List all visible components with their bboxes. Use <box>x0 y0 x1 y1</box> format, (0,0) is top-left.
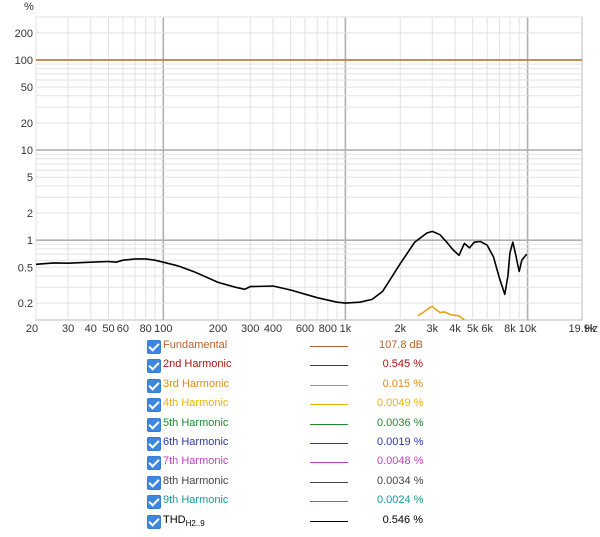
legend-item: 7th Harmonic 0.0048 % <box>147 454 447 473</box>
legend-item: 4th Harmonic 0.0049 % <box>147 396 447 415</box>
x-tick-label: 8k <box>504 323 516 335</box>
legend-label-text: 2nd Harmonic <box>163 358 232 371</box>
x-tick-label: 80 <box>140 323 152 335</box>
x-tick-label: 4k <box>449 323 461 335</box>
x-tick-label: 40 <box>85 323 97 335</box>
legend-swatch <box>310 443 348 444</box>
legend-value: 0.0048 % <box>377 455 424 468</box>
legend-label-text: 4th Harmonic <box>163 397 229 410</box>
legend-checkbox[interactable] <box>147 495 161 510</box>
legend-swatch <box>310 423 348 425</box>
legend-value: 0.545 % <box>382 358 423 371</box>
x-tick-label: 3k <box>426 323 438 335</box>
legend-label: 3rd Harmonic <box>163 378 229 390</box>
legend-value: 0.015 % <box>382 377 423 390</box>
legend-checkbox[interactable] <box>147 514 161 529</box>
legend-item: Fundamental 107.8 dB <box>147 338 447 357</box>
legend-swatch <box>310 404 348 406</box>
legend-value: 0.0024 % <box>377 494 424 507</box>
legend-value: 0.0019 % <box>377 436 424 448</box>
y-tick-label: 1 <box>27 235 33 247</box>
legend-checkbox[interactable] <box>147 456 161 471</box>
legend-label: THDH2..9 <box>163 513 205 528</box>
legend-label: 5th Harmonic <box>163 417 228 429</box>
y-tick-label: 2 <box>27 208 33 220</box>
legend-item: 2nd Harmonic 0.545 % <box>147 357 447 376</box>
legend-checkbox[interactable] <box>147 340 161 354</box>
x-tick-label: 60 <box>117 323 129 335</box>
legend-swatch <box>310 462 348 464</box>
legend-checkbox[interactable] <box>147 437 161 451</box>
legend-swatch <box>310 365 348 367</box>
legend-label-text: Fundamental <box>163 339 228 351</box>
legend-checkbox[interactable] <box>147 378 161 393</box>
legend-item: 8th Harmonic 0.0034 % <box>147 474 447 493</box>
x-tick-label: 100 <box>154 323 172 335</box>
legend-label-text: THD <box>163 513 186 526</box>
x-tick-label: 50 <box>102 323 114 335</box>
legend-label-text: 3rd Harmonic <box>163 377 230 390</box>
legend-swatch <box>310 520 348 522</box>
legend-label: 9th Harmonic <box>163 494 228 506</box>
y-tick-label: 5 <box>27 172 33 184</box>
y-tick-label: 20 <box>21 118 33 130</box>
thd-chart: 2001005020105210.50.2 20 30 40 50 60 80 100 200… <box>15 1 598 335</box>
legend-swatch <box>310 384 348 386</box>
y-tick-label: 200 <box>15 28 33 40</box>
legend-label: 2nd Harmonic <box>163 358 231 370</box>
y-axis-ticks: 200 100 50 20 10 5 2 1 0.5 0.2 <box>15 28 33 310</box>
legend-item: 9th Harmonic 0.0024 % <box>147 493 447 512</box>
legend-checkbox[interactable] <box>147 417 161 432</box>
legend-item: THDH2..9 0.546 % <box>147 513 447 532</box>
legend-label: 4th Harmonic <box>163 397 228 409</box>
y-tick-label: 100 <box>15 55 33 67</box>
x-tick-label: 20 <box>26 323 38 335</box>
legend-label-text: 5th Harmonic <box>163 416 229 429</box>
legend-value: 0.546 % <box>382 513 423 526</box>
legend-label: 6th Harmonic <box>163 436 228 448</box>
legend-swatch <box>310 346 348 347</box>
x-tick-label: 300 <box>241 323 259 335</box>
legend-value: 107.8 dB <box>378 339 423 351</box>
legend-label-text: 6th Harmonic <box>163 436 229 448</box>
legend-item: 3rd Harmonic 0.015 % <box>147 377 447 396</box>
legend-label-text: 7th Harmonic <box>163 455 229 468</box>
legend-checkbox[interactable] <box>147 475 161 490</box>
y-unit-label: % <box>24 1 34 13</box>
legend-value: 0.0049 % <box>377 397 424 410</box>
legend-checkbox[interactable] <box>147 398 161 413</box>
x-tick-label: 5k <box>467 323 479 335</box>
legend-swatch <box>310 481 348 483</box>
x-tick-label: 10k <box>519 323 537 335</box>
legend-item: 5th Harmonic 0.0036 % <box>147 416 447 435</box>
x-tick-label: 200 <box>209 323 227 335</box>
legend-item: 6th Harmonic 0.0019 % <box>147 435 447 454</box>
x-tick-label: 6k <box>481 323 493 335</box>
y-tick-label: 50 <box>21 82 33 94</box>
x-axis-ticks: 20 30 40 50 60 80 100 200 300 400 600 800 1k 2k 3k 4k 5k… <box>26 323 596 335</box>
legend-label: 8th Harmonic <box>163 475 228 487</box>
x-tick-label: 1k <box>340 323 352 335</box>
legend-label: Fundamental <box>163 339 227 351</box>
legend-value: 0.0034 % <box>377 474 424 487</box>
y-tick-label: 0.2 <box>18 298 33 310</box>
x-tick-label: 2k <box>394 323 406 335</box>
x-tick-label: 30 <box>62 323 74 335</box>
legend-checkbox[interactable] <box>147 359 161 374</box>
legend-label-subscript: H2..9 <box>185 518 205 528</box>
legend-swatch <box>310 501 348 503</box>
plot-area <box>35 16 583 321</box>
x-tick-label: 400 <box>264 323 282 335</box>
legend-label-text: 9th Harmonic <box>163 494 229 507</box>
y-tick-label: 10 <box>21 145 33 157</box>
y-tick-label: 0.5 <box>18 262 33 274</box>
x-tick-label: 600 <box>296 323 314 335</box>
x-unit-label: Hz <box>585 323 598 335</box>
x-tick-label: 800 <box>319 323 337 335</box>
legend-label: 7th Harmonic <box>163 455 228 467</box>
legend-label-text: 8th Harmonic <box>163 474 229 487</box>
legend-value: 0.0036 % <box>377 416 424 429</box>
